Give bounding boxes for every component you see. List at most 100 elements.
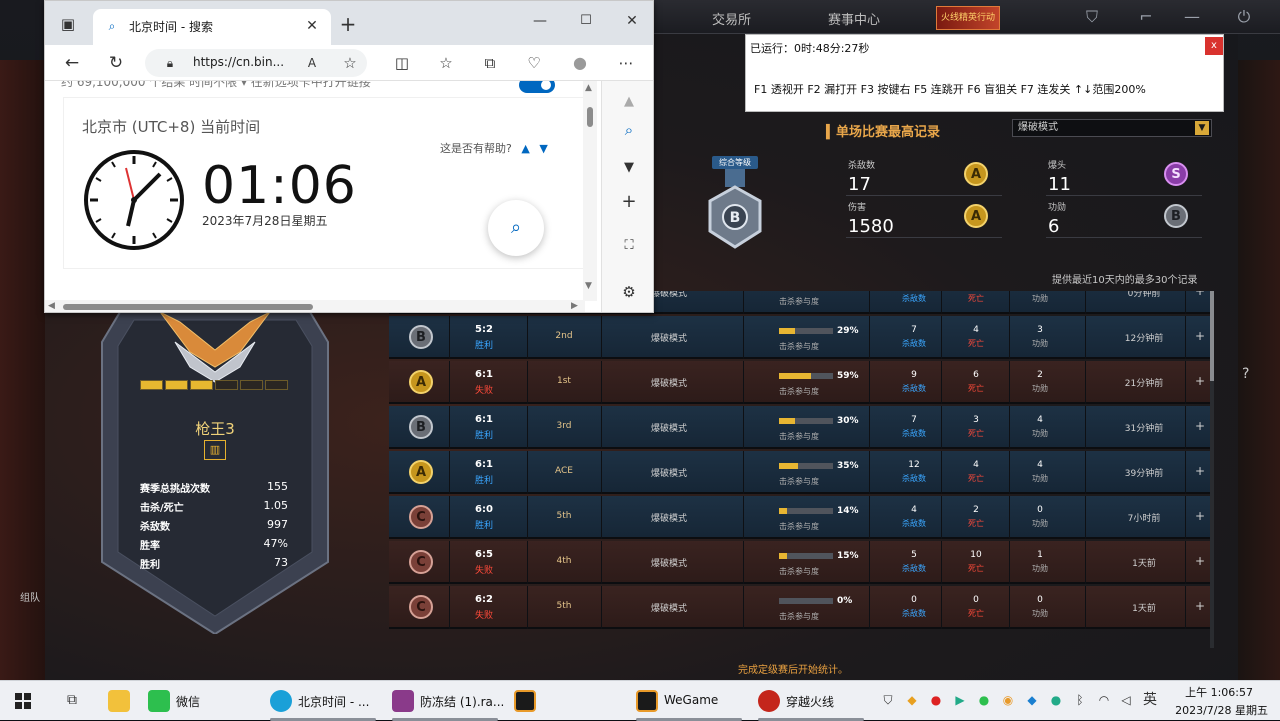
participation-label: 击杀参与度	[779, 567, 819, 576]
power-icon[interactable]: ⏻	[1234, 7, 1254, 27]
nav-events[interactable]: 赛事中心	[828, 9, 880, 28]
settings-bracket-icon[interactable]: ⌐	[1136, 7, 1156, 27]
chevron-down-icon[interactable]: ▼	[618, 157, 640, 179]
scroll-up-icon[interactable]: ▲	[585, 83, 592, 93]
rank-badge	[100, 312, 330, 634]
thumbs-up-icon[interactable]: ▲	[521, 142, 529, 155]
wifi-icon[interactable]: ◠	[1096, 692, 1112, 708]
ime-indicator[interactable]: 英	[1142, 692, 1158, 708]
taskbar-crossfire[interactable]: 穿越火线	[752, 681, 870, 721]
match-scrollbar[interactable]	[1210, 291, 1214, 648]
profile-avatar-icon[interactable]: ●	[569, 52, 591, 74]
grade-badge: A	[409, 460, 433, 484]
scroll-thumb[interactable]	[63, 304, 313, 310]
taskbar-winrar[interactable]: 防冻结 (1).ra...	[386, 681, 504, 721]
taskbar-wechat[interactable]: 微信	[142, 681, 260, 721]
tray-app-icon[interactable]: ◆	[1024, 692, 1040, 708]
expand-plus-icon[interactable]: +	[1195, 599, 1205, 613]
table-row[interactable]: A 6:1 胜利 ACE 爆破模式 35% 击杀参与度 12 杀敌数 4 死亡 4 功勋 39分钟前 +	[389, 451, 1211, 494]
health-icon[interactable]: ♡	[523, 52, 545, 74]
column-divider	[601, 496, 602, 539]
task-view-button[interactable]: ⧉	[58, 681, 88, 721]
vertical-scrollbar[interactable]: ▲ ▼	[583, 81, 597, 301]
taskbar-game-g[interactable]	[508, 681, 626, 721]
thumbs-down-icon[interactable]: ▼	[539, 142, 547, 155]
table-row[interactable]: B 5:2 胜利 2nd 爆破模式 29% 击杀参与度 7 杀敌数 4 死亡 3 功勋 12分钟前 +	[389, 316, 1211, 359]
favorites-icon[interactable]: ☆	[435, 52, 457, 74]
split-screen-icon[interactable]: ◫	[391, 52, 413, 74]
expand-plus-icon[interactable]: +	[1195, 291, 1205, 298]
expand-plus-icon[interactable]: +	[1195, 509, 1205, 523]
nav-trade[interactable]: 交易所	[712, 9, 751, 28]
overlay-close-button[interactable]: x	[1205, 37, 1223, 55]
scroll-thumb[interactable]	[1210, 291, 1214, 381]
open-new-tab-toggle[interactable]	[519, 81, 555, 93]
rank-chart-icon[interactable]: ▥	[204, 440, 226, 460]
security-shield-icon[interactable]: ⛉	[880, 692, 896, 708]
settings-gear-icon[interactable]: ⚙	[618, 281, 640, 303]
game-g-icon	[514, 690, 536, 712]
event-banner[interactable]: 火线精英行动	[936, 6, 1000, 30]
maximize-icon[interactable]: ☐	[575, 10, 597, 32]
expand-plus-icon[interactable]: +	[1195, 419, 1205, 433]
new-tab-icon[interactable]: +	[337, 13, 359, 35]
tab-actions-icon[interactable]: ▣	[57, 13, 79, 35]
match-deaths-label: 死亡	[968, 339, 984, 348]
lock-icon[interactable]: 🔒︎	[159, 52, 181, 74]
taskbar-time[interactable]: 上午 1:06:57	[1183, 684, 1253, 700]
expand-plus-icon[interactable]: +	[1195, 464, 1205, 478]
start-button[interactable]	[8, 681, 38, 721]
scroll-down-icon[interactable]: ▼	[585, 281, 592, 291]
scroll-thumb[interactable]	[587, 107, 593, 127]
wechat-tray-icon[interactable]: ●	[976, 692, 992, 708]
netease-icon[interactable]: ●	[928, 692, 944, 708]
table-row[interactable]: B 6:1 胜利 3rd 爆破模式 30% 击杀参与度 7 杀敌数 3 死亡 4 功勋 31分钟前 +	[389, 406, 1211, 449]
table-row[interactable]: C 6:2 失败 5th 爆破模式 0% 击杀参与度 0 杀敌数 0 死亡 0 功勋 1天前 +	[389, 586, 1211, 629]
read-aloud-icon[interactable]: A	[301, 52, 323, 74]
match-mode: 爆破模式	[650, 334, 687, 344]
add-icon[interactable]: +	[618, 191, 640, 213]
tray-play-icon[interactable]: ▶	[952, 692, 968, 708]
expand-plus-icon[interactable]: +	[1195, 554, 1205, 568]
expand-plus-icon[interactable]: +	[1195, 329, 1205, 343]
column-divider	[743, 541, 744, 584]
taskbar-edge[interactable]: 北京时间 - ...	[264, 681, 382, 721]
mode-select[interactable]: 爆破模式 ▼	[1012, 119, 1212, 137]
table-row[interactable]: C 6:0 胜利 5th 爆破模式 14% 击杀参与度 4 杀敌数 2 死亡 0 功勋 7小时前 +	[389, 496, 1211, 539]
file-explorer-button[interactable]	[104, 681, 134, 721]
tray-app-icon[interactable]: ◆	[904, 692, 920, 708]
back-icon[interactable]: ←	[61, 52, 83, 74]
horizontal-scrollbar[interactable]: ◀ ▶	[45, 300, 585, 312]
collections-icon[interactable]: ⧉	[479, 52, 501, 74]
match-time-ago: 31分钟前	[1124, 424, 1164, 434]
favorite-star-icon[interactable]: ☆	[339, 52, 361, 74]
screenshot-icon[interactable]: ⛶	[618, 235, 640, 257]
table-row[interactable]: C 6:5 失败 4th 爆破模式 15% 击杀参与度 5 杀敌数 10 死亡 1 功勋 1天前 +	[389, 541, 1211, 584]
close-window-icon[interactable]: ✕	[621, 10, 643, 32]
volume-icon[interactable]: ◁	[1118, 692, 1134, 708]
expand-plus-icon[interactable]: +	[1195, 374, 1205, 388]
tab-bing-search[interactable]: ⌕ 北京时间 - 搜索 ✕	[93, 9, 331, 45]
minimize-icon[interactable]: —	[1182, 7, 1202, 27]
participation-label: 击杀参与度	[779, 432, 819, 441]
minimize-icon[interactable]: —	[529, 10, 551, 32]
refresh-icon[interactable]: ↻	[105, 52, 127, 74]
table-row[interactable]: A 6:1 失败 1st 爆破模式 59% 击杀参与度 9 杀敌数 6 死亡 2 功勋 21分钟前 +	[389, 361, 1211, 404]
search-icon[interactable]: ⌕	[618, 119, 640, 141]
search-button[interactable]: ⌕	[488, 200, 544, 256]
help-icon[interactable]: ?	[1242, 366, 1258, 382]
wegame-tray-icon[interactable]: ◉	[1000, 692, 1016, 708]
column-divider	[869, 496, 870, 539]
more-menu-icon[interactable]: ⋯	[615, 52, 637, 74]
collapse-up-icon[interactable]: ▲	[618, 91, 640, 113]
taskbar-wegame[interactable]: WeGame	[630, 681, 748, 721]
shield-icon[interactable]: ⛉	[1082, 7, 1102, 27]
medal-grade-text: B	[730, 210, 741, 226]
url-field[interactable]: 🔒︎ https://cn.bin... A ☆	[145, 49, 367, 77]
scroll-right-icon[interactable]: ▶	[571, 301, 578, 311]
scroll-left-icon[interactable]: ◀	[48, 301, 55, 311]
taskbar-date[interactable]: 2023/7/28 星期五	[1172, 702, 1268, 718]
close-tab-icon[interactable]: ✕	[301, 15, 323, 37]
bluetooth-icon[interactable]: ᛒ	[1072, 692, 1088, 708]
tray-app-icon[interactable]: ●	[1048, 692, 1064, 708]
